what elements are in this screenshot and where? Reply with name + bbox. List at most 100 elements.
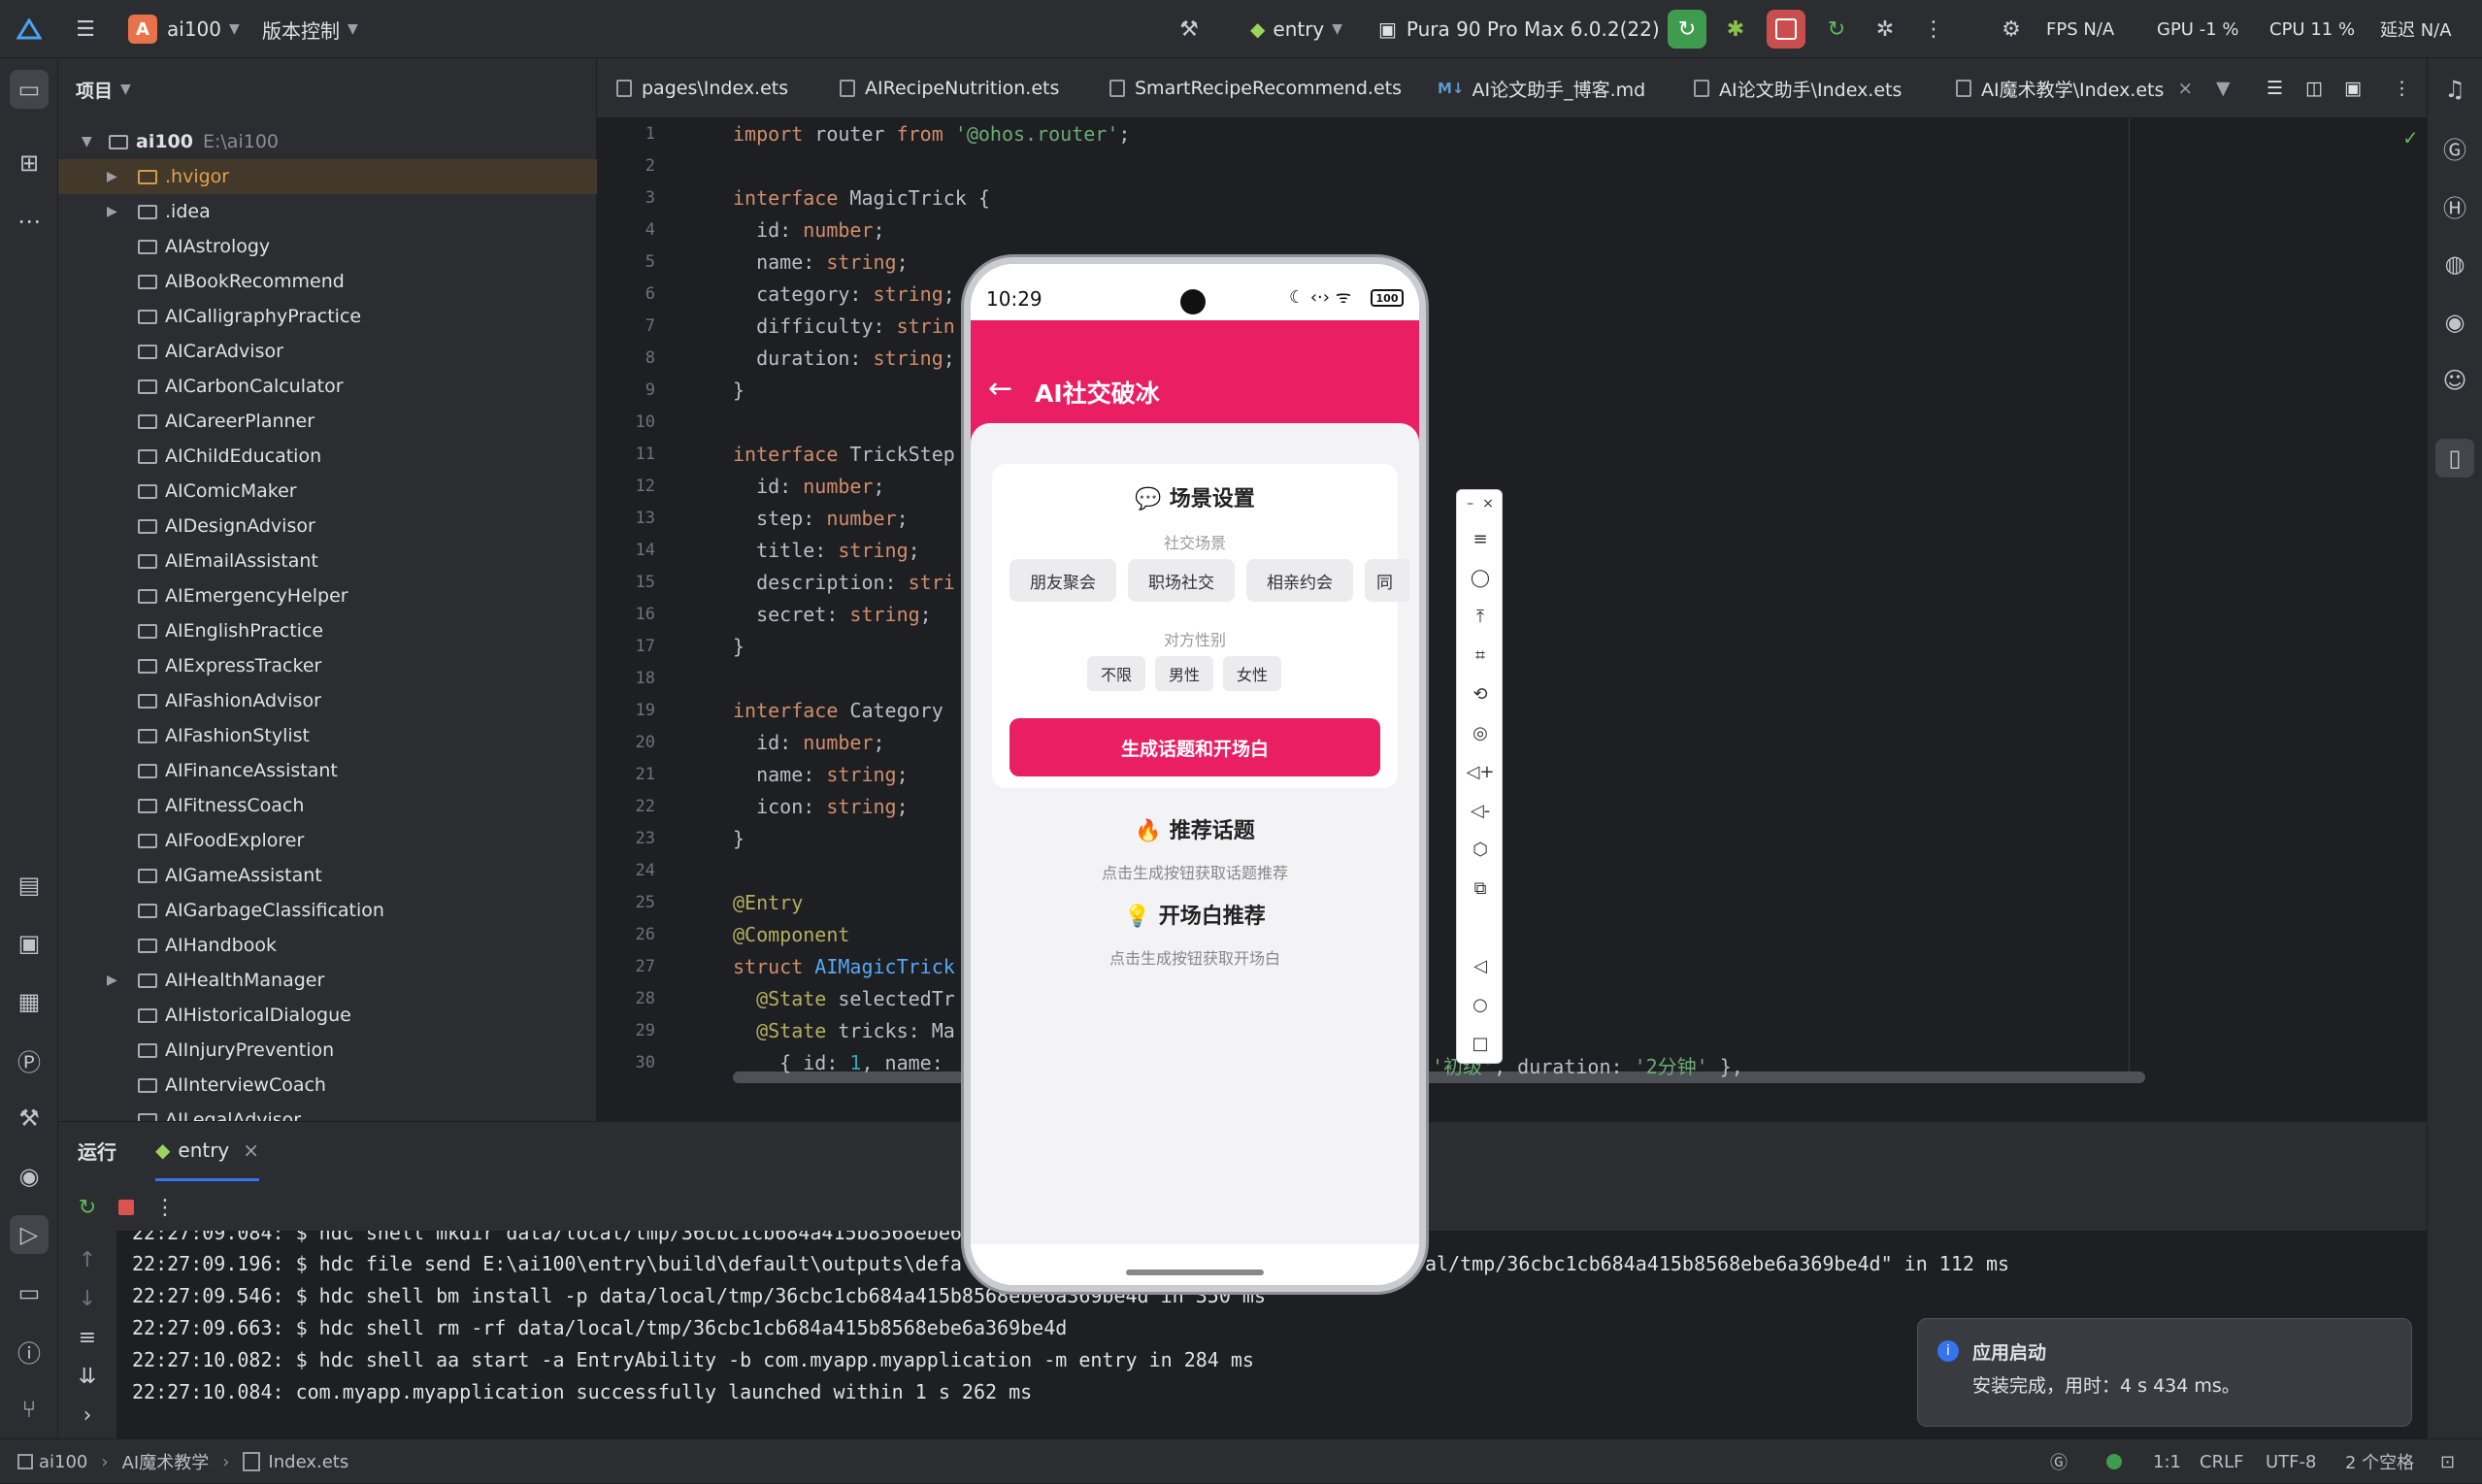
nav-home-icon[interactable]: ○: [1457, 995, 1504, 1015]
terminal-icon[interactable]: ▭: [10, 1273, 49, 1312]
main-menu-icon[interactable]: ☰: [66, 10, 105, 49]
chevron-right-icon[interactable]: ▶: [107, 204, 117, 219]
split-view-icon[interactable]: ◫: [2305, 58, 2323, 118]
stop-icon[interactable]: [1767, 10, 1805, 49]
tree-item[interactable]: AIGarbageClassification: [58, 893, 597, 928]
file-encoding[interactable]: UTF-8: [2266, 1439, 2316, 1484]
more-tools-icon[interactable]: ⋯: [10, 202, 49, 241]
tree-item[interactable]: AIComicMaker: [58, 474, 597, 509]
tab-paper-index[interactable]: AI论文助手\Index.ets: [1694, 58, 1902, 118]
breadcrumb-item[interactable]: AI魔术教学: [122, 1449, 210, 1474]
chevron-right-icon[interactable]: ▶: [107, 169, 117, 184]
close-icon[interactable]: ×: [2177, 78, 2193, 99]
upload-icon[interactable]: ⤒: [1457, 607, 1504, 627]
tree-item[interactable]: AICarbonCalculator: [58, 369, 597, 404]
tree-item[interactable]: AIAstrology: [58, 229, 597, 264]
tabs-overflow-chevron-icon[interactable]: ▼: [2216, 58, 2231, 118]
tab-magic-index-active[interactable]: AI魔术教学\Index.ets ×: [1956, 58, 2194, 121]
breadcrumb-item[interactable]: ai100: [39, 1452, 87, 1472]
device-selector[interactable]: ▣ Pura 90 Pro Max 6.0.2(22) ▼: [1378, 0, 1677, 58]
tree-item[interactable]: AIEnglishPractice: [58, 613, 597, 648]
tree-item[interactable]: AICarAdvisor: [58, 334, 597, 369]
layout-inspector-icon[interactable]: ▦: [10, 982, 49, 1021]
tree-item[interactable]: AIDesignAdvisor: [58, 509, 597, 544]
close-icon[interactable]: ×: [243, 1138, 259, 1162]
structure-icon[interactable]: ⊞: [10, 144, 49, 182]
project-folder-icon[interactable]: ▭: [10, 70, 49, 109]
problems-icon[interactable]: ⓘ: [10, 1332, 49, 1370]
device-manager-icon[interactable]: ▣: [10, 924, 49, 963]
soft-wrap-icon[interactable]: ≡: [68, 1318, 107, 1357]
rerun-icon[interactable]: ↻: [68, 1188, 107, 1227]
harmony-h-icon[interactable]: Ⓗ: [2435, 186, 2474, 225]
indent-setting[interactable]: 2 个空格: [2345, 1439, 2414, 1484]
tree-item[interactable]: AIHistoricalDialogue: [58, 998, 597, 1033]
tree-item[interactable]: AIExpressTracker: [58, 648, 597, 683]
chevron-right-icon[interactable]: ▶: [107, 973, 117, 988]
ai-assistant-icon[interactable]: ☺: [2435, 361, 2474, 400]
tree-root[interactable]: ▼ ai100 E:\ai100: [58, 124, 597, 159]
tree-item[interactable]: AIBookRecommend: [58, 264, 597, 299]
globe-icon[interactable]: ◍: [2435, 245, 2474, 283]
tree-item[interactable]: ▶ AIHealthManager: [58, 963, 597, 998]
tree-item[interactable]: AIHandbook: [58, 928, 597, 963]
eye-preview-icon[interactable]: ◉: [2435, 303, 2474, 342]
tree-item[interactable]: AIInterviewCoach: [58, 1068, 597, 1103]
crop-screenshot-icon[interactable]: ⌗: [1457, 645, 1504, 666]
record-icon[interactable]: ◎: [1457, 723, 1504, 743]
gender-chip-any[interactable]: 不限: [1087, 656, 1145, 691]
expand-icon[interactable]: ›: [68, 1396, 107, 1435]
stop-icon[interactable]: [107, 1188, 146, 1227]
git-branch-icon[interactable]: ⑂: [10, 1390, 49, 1429]
power-icon[interactable]: ◯: [1457, 568, 1504, 588]
build-hammer-icon[interactable]: ⚒: [1170, 10, 1208, 49]
scene-chip-workplace[interactable]: 职场社交: [1128, 559, 1235, 602]
nav-recents-icon[interactable]: □: [1457, 1034, 1504, 1054]
tree-item[interactable]: AICareerPlanner: [58, 404, 597, 439]
scroll-up-icon[interactable]: ↑: [68, 1240, 107, 1279]
tree-item[interactable]: AIFoodExplorer: [58, 823, 597, 858]
notification-toast[interactable]: i 应用启动 安装完成，用时：4 s 434 ms。: [1917, 1318, 2412, 1427]
preview-icon[interactable]: ▣: [2344, 58, 2362, 118]
tab-recipe-nutrition[interactable]: AIRecipeNutrition.ets: [840, 58, 1059, 118]
tree-item[interactable]: AIFashionStylist: [58, 718, 597, 753]
gender-chip-male[interactable]: 男性: [1155, 656, 1213, 691]
tree-item[interactable]: AIEmailAssistant: [58, 544, 597, 578]
code-editor[interactable]: 1 2 3 4 5 6 7 8 9 10 11 12 13 14 15 16 17 18 19 20 21 22 23 24 2…: [597, 118, 2427, 1089]
rotate-icon[interactable]: ⟲: [1457, 684, 1504, 705]
gender-chip-female[interactable]: 女性: [1223, 656, 1281, 691]
apply-changes-icon[interactable]: ↻: [1817, 10, 1856, 49]
volume-up-icon[interactable]: ◁+: [1457, 762, 1504, 782]
cursor-position[interactable]: 1:1: [2153, 1439, 2181, 1484]
debug-bug-icon[interactable]: ✱: [1716, 10, 1755, 49]
back-arrow-icon[interactable]: ←: [988, 375, 1012, 404]
tree-item[interactable]: AIInjuryPrevention: [58, 1033, 597, 1068]
line-separator[interactable]: CRLF: [2200, 1439, 2243, 1484]
scroll-down-icon[interactable]: ↓: [68, 1279, 107, 1318]
run-tool-icon[interactable]: ▷: [10, 1215, 49, 1254]
project-panel-header[interactable]: 项目 ▼: [76, 72, 614, 107]
copilot-status-icon[interactable]: Ⓖ: [2050, 1439, 2068, 1484]
tree-item[interactable]: AIFashionAdvisor: [58, 683, 597, 718]
tab-paper-blog-md[interactable]: M↓ AI论文助手_博客.md: [1438, 58, 1645, 118]
more-tab-actions-icon[interactable]: ⋮: [2393, 58, 2411, 118]
breadcrumb-item[interactable]: Index.ets: [268, 1452, 348, 1472]
reader-mode-icon[interactable]: ☰: [2267, 58, 2283, 118]
more-actions-icon[interactable]: ⋮: [146, 1188, 184, 1227]
tree-item[interactable]: ▶ .idea: [58, 194, 597, 229]
tree-item[interactable]: AIEmergencyHelper: [58, 578, 597, 613]
profiler-p-icon[interactable]: Ⓟ: [10, 1040, 49, 1079]
scroll-to-end-icon[interactable]: ⇊: [68, 1357, 107, 1396]
scene-chip-friends[interactable]: 朋友聚会: [1009, 559, 1116, 602]
nav-back-icon[interactable]: ◁: [1457, 956, 1504, 976]
emulator-window-controls[interactable]: – ×: [1457, 496, 1504, 511]
tab-smart-recipe[interactable]: SmartRecipeRecommend.ets: [1109, 58, 1402, 118]
rerun-icon[interactable]: ↻: [1668, 10, 1706, 49]
emulator-menu-icon[interactable]: ≡: [1457, 529, 1504, 549]
home-indicator[interactable]: [1126, 1270, 1264, 1275]
copilot-icon[interactable]: Ⓖ: [2435, 128, 2474, 167]
generate-button[interactable]: 生成话题和开场白: [1009, 718, 1380, 776]
profiler-icon[interactable]: ✲: [1866, 10, 1904, 49]
tree-item[interactable]: AICalligraphyPractice: [58, 299, 597, 334]
scene-chip-more[interactable]: 同: [1365, 559, 1409, 602]
